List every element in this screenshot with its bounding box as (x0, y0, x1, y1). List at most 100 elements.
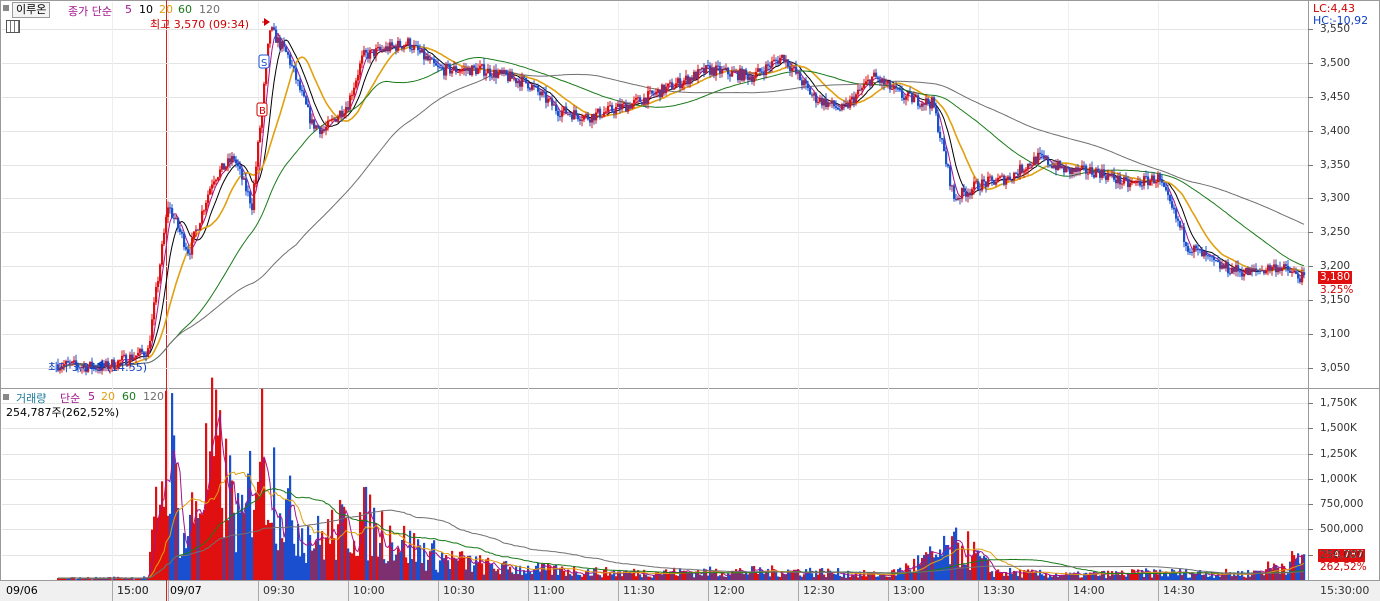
candle-body (465, 68, 468, 71)
candle-body (1187, 246, 1190, 252)
candle-body (699, 69, 702, 71)
candle-body (1179, 220, 1182, 228)
panel-collapse-icon[interactable] (3, 5, 9, 11)
volume-bar (577, 574, 580, 580)
candle-body (957, 198, 960, 200)
candle-body (807, 83, 810, 89)
candle-body (569, 113, 572, 115)
volume-bar (707, 575, 710, 580)
candle-body (179, 228, 182, 232)
volume-bar (477, 562, 480, 580)
candle-body (271, 27, 274, 31)
candle-body (885, 83, 888, 85)
volume-bar (571, 575, 574, 580)
volume-bar (349, 552, 352, 580)
candle-body (545, 91, 548, 103)
candle-body (441, 67, 444, 69)
candle-body (793, 66, 796, 68)
candle-body (471, 65, 474, 76)
candle-body (1063, 166, 1066, 173)
candle-body (1237, 265, 1240, 272)
volume-bar (987, 560, 990, 580)
volume-bar (529, 571, 532, 580)
ma-period-10[interactable]: 10 (139, 3, 153, 16)
candle-body (769, 65, 772, 68)
candle-body (895, 85, 898, 89)
volume-bar (1245, 577, 1248, 580)
volume-collapse-icon[interactable] (3, 394, 9, 400)
candle-body (679, 78, 682, 89)
candle-body (403, 45, 406, 49)
candle-body (181, 231, 184, 234)
candle-body (291, 64, 294, 66)
candle-body (1281, 267, 1284, 271)
candle-body (1183, 226, 1186, 242)
volume-bar (1051, 576, 1054, 580)
candle-body (547, 98, 550, 103)
volume-bar (317, 515, 320, 580)
volume-tick-label: 1,250K (1320, 447, 1357, 460)
stock-chart[interactable]: SB (0, 0, 1380, 601)
vol-ma-period-60[interactable]: 60 (122, 390, 136, 403)
candle-body (767, 64, 770, 66)
candle-body (1161, 180, 1164, 183)
candle-body (1135, 180, 1138, 182)
candle-body (269, 30, 272, 44)
candle-body (985, 181, 988, 187)
candle-body (277, 37, 280, 43)
volume-bar (1015, 571, 1018, 580)
ma-period-5[interactable]: 5 (125, 3, 132, 16)
volume-bar (851, 574, 854, 580)
volume-bar (339, 499, 342, 580)
candle-body (841, 104, 844, 110)
candle-body (1011, 179, 1014, 181)
volume-bar (1289, 561, 1292, 580)
volume-bar (211, 377, 214, 580)
volume-bar (763, 573, 766, 580)
volume-bar (427, 559, 430, 580)
volume-bar (91, 579, 94, 580)
volume-bar (601, 577, 604, 580)
candle-body (1169, 195, 1172, 202)
volume-bar (493, 568, 496, 580)
volume-bar (197, 517, 200, 580)
candle-body (683, 80, 686, 85)
volume-bar (1193, 574, 1196, 580)
volume-bar (499, 574, 502, 580)
candle-body (945, 151, 948, 165)
volume-bar (813, 577, 816, 580)
volume-bar (495, 571, 498, 580)
candle-body (395, 45, 398, 51)
ma-period-120[interactable]: 120 (199, 3, 220, 16)
vol-ma-period-120[interactable]: 120 (143, 390, 164, 403)
volume-bar (1153, 569, 1156, 580)
volume-bar (1171, 568, 1174, 580)
volume-bar (1063, 575, 1066, 580)
table-grid-icon[interactable] (6, 20, 20, 33)
candle-body (151, 319, 154, 341)
volume-bar (887, 576, 890, 580)
candle-body (229, 158, 232, 163)
candle-body (665, 86, 668, 94)
candle-body (505, 70, 508, 75)
volume-bar (661, 574, 664, 580)
volume-bar (183, 532, 186, 580)
candle-body (307, 104, 310, 108)
ma-period-60[interactable]: 60 (178, 3, 192, 16)
candle-body (1239, 271, 1242, 273)
candle-body (417, 45, 420, 51)
volume-bar (313, 548, 316, 580)
candle-body (613, 111, 616, 114)
candle-body (183, 233, 186, 248)
vol-ma-period-20[interactable]: 20 (101, 390, 115, 403)
volume-bar (565, 575, 568, 580)
ma-period-20[interactable]: 20 (159, 3, 173, 16)
candle-body (459, 71, 462, 73)
candle-body (373, 49, 376, 57)
volume-bar (989, 572, 992, 580)
vol-ma-period-5[interactable]: 5 (88, 390, 95, 403)
volume-bar (463, 557, 466, 580)
stock-name[interactable]: 이루온 (12, 2, 51, 18)
candle-body (1053, 165, 1056, 168)
candle-body (791, 67, 794, 72)
